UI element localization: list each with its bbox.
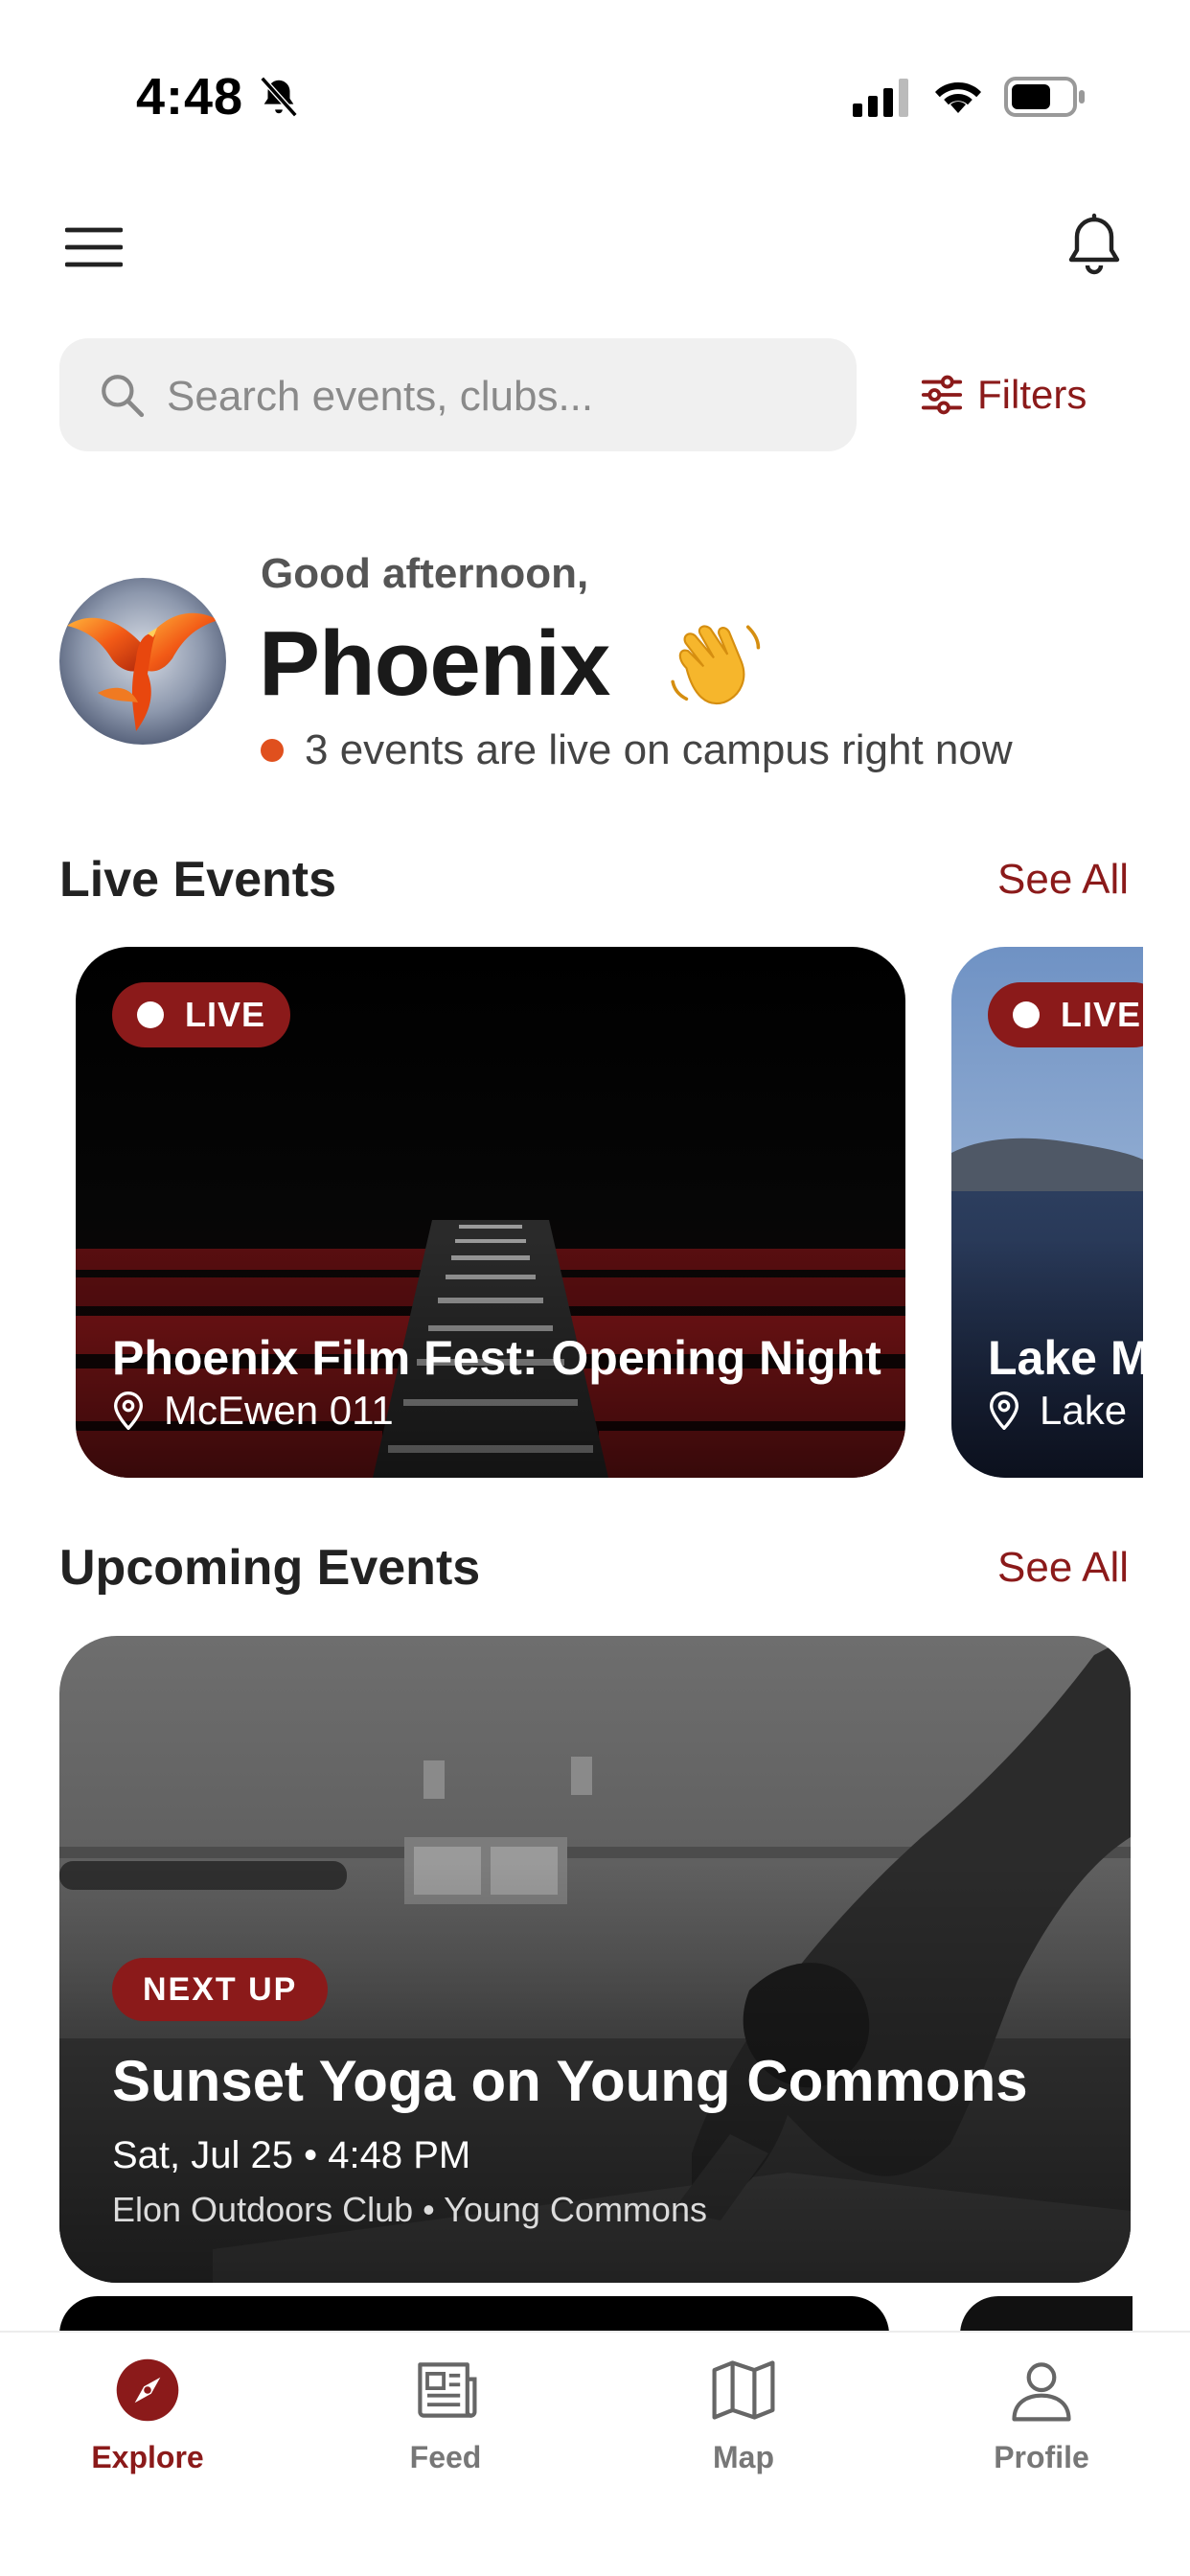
live-status-dot xyxy=(261,739,284,762)
upcoming-event-datetime: Sat, Jul 25 • 4:48 PM xyxy=(112,2134,471,2176)
live-badge: LIVE xyxy=(988,982,1143,1047)
filters-button[interactable]: Filters xyxy=(920,355,1087,435)
location-pin-icon xyxy=(113,1392,144,1430)
live-events-note: 3 events are live on campus right now xyxy=(261,726,1013,774)
live-event-location-text: McEwen 011 xyxy=(164,1388,394,1433)
newspaper-icon xyxy=(418,2362,477,2418)
upcoming-event-title: Sunset Yoga on Young Commons xyxy=(112,2049,1028,2113)
live-badge: LIVE xyxy=(112,982,291,1047)
upcoming-event-host: Elon Outdoors Club • Young Commons xyxy=(112,2190,707,2229)
avatar[interactable] xyxy=(59,578,226,745)
battery-icon xyxy=(1004,77,1085,117)
map-icon xyxy=(712,2360,775,2420)
location-pin-icon xyxy=(989,1392,1019,1430)
filters-label: Filters xyxy=(977,372,1087,417)
sliders-icon xyxy=(921,375,963,415)
live-badge-dot xyxy=(1013,1001,1040,1028)
live-badge-label: LIVE xyxy=(1061,995,1142,1034)
tab-map[interactable]: Map xyxy=(648,2354,839,2507)
phoenix-avatar-image xyxy=(59,578,226,745)
live-badge-dot xyxy=(137,1001,164,1028)
live-event-location: McEwen 011 xyxy=(112,1388,394,1434)
upcoming-see-all-link[interactable]: See All xyxy=(997,1544,1129,1592)
greeting-salutation: Good afternoon, xyxy=(261,550,589,597)
upcoming-events-heading: Upcoming Events xyxy=(59,1540,481,1596)
next-up-badge: NEXT UP xyxy=(112,1958,329,2021)
person-icon xyxy=(1012,2362,1071,2422)
live-event-location: Lake xyxy=(988,1388,1127,1434)
silent-bell-icon xyxy=(260,76,298,118)
compass-icon xyxy=(116,2358,179,2422)
tab-label: Explore xyxy=(91,2440,204,2474)
search-icon xyxy=(102,375,145,418)
greeting-name: Phoenix xyxy=(259,612,610,715)
live-event-card[interactable]: LIVE Phoenix Film Fest: Opening Night Mc… xyxy=(76,947,905,1478)
live-see-all-link[interactable]: See All xyxy=(997,856,1129,904)
status-bar: 4:48 xyxy=(0,0,1190,192)
cellular-signal-icon xyxy=(853,79,908,117)
live-note-text: 3 events are live on campus right now xyxy=(305,726,1013,773)
upcoming-event-card[interactable]: NEXT UP Sunset Yoga on Young Commons Sat… xyxy=(59,1636,1131,2283)
waving-hand-icon xyxy=(671,625,761,705)
live-event-title: Lake M xyxy=(988,1331,1143,1385)
tab-label: Feed xyxy=(409,2440,482,2474)
live-badge-label: LIVE xyxy=(185,995,266,1034)
tab-profile[interactable]: Profile xyxy=(946,2354,1137,2507)
tab-label: Map xyxy=(713,2440,774,2474)
wifi-icon xyxy=(935,82,981,113)
live-event-location-text: Lake xyxy=(1040,1388,1128,1433)
notification-bell-icon[interactable] xyxy=(1064,213,1125,280)
tab-label: Profile xyxy=(994,2440,1089,2474)
tab-explore[interactable]: Explore xyxy=(52,2354,243,2507)
home-indicator xyxy=(466,2534,724,2543)
tab-feed[interactable]: Feed xyxy=(350,2354,541,2507)
search-input[interactable]: Search events, clubs... xyxy=(59,338,857,451)
status-time: 4:48 xyxy=(136,68,244,126)
hamburger-menu-icon[interactable] xyxy=(65,226,123,268)
live-events-heading: Live Events xyxy=(59,852,337,908)
live-event-card[interactable]: LIVE Lake M Lake xyxy=(951,947,1143,1478)
live-event-title: Phoenix Film Fest: Opening Night xyxy=(112,1331,881,1385)
search-placeholder: Search events, clubs... xyxy=(167,373,594,420)
